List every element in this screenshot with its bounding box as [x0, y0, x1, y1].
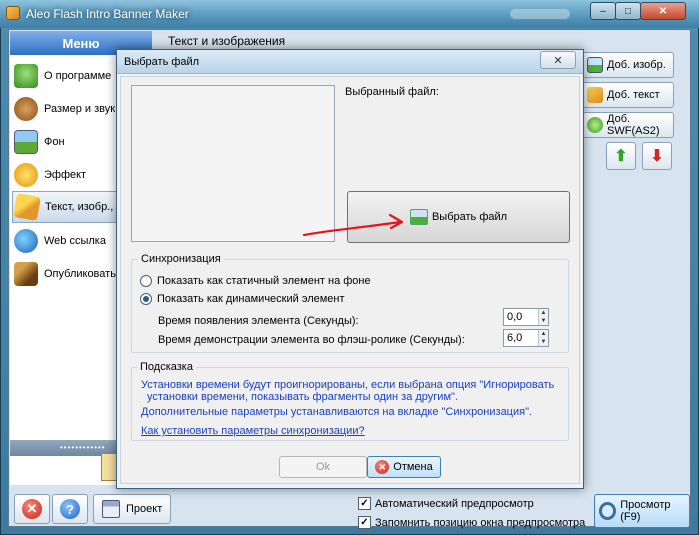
home-icon [14, 64, 38, 88]
show-time-value[interactable]: 6,0 [504, 332, 538, 344]
brush-icon [14, 262, 38, 286]
hint-text-line: Установки времени будут проигнорированы,… [141, 379, 555, 391]
add-swf-button[interactable]: Доб. SWF(AS2) [582, 112, 674, 138]
radio-off-icon [140, 275, 152, 287]
appear-time-label: Время появления элемента (Секунды): [158, 315, 359, 327]
minimize-button[interactable]: ‒ [590, 2, 616, 20]
help-icon: ? [60, 499, 80, 519]
hint-legend: Подсказка [137, 361, 196, 373]
arrow-down-icon: ⬇ [650, 148, 664, 165]
maximize-button[interactable]: □ [615, 2, 641, 20]
project-label: Проект [126, 503, 163, 515]
sync-help-link[interactable]: Как установить параметры синхронизации? [141, 425, 365, 437]
stop-button[interactable]: ✕ [14, 494, 50, 524]
radio-static-element[interactable]: Показать как статичный элемент на фоне [140, 275, 371, 287]
radio-dynamic-label: Показать как динамический элемент [157, 293, 345, 305]
window-title: Aleo Flash Intro Banner Maker [26, 7, 189, 21]
add-swf-label: Доб. SWF(AS2) [607, 113, 660, 137]
preview-label: Просмотр (F9) [620, 499, 671, 523]
selected-file-label: Выбранный файл: [345, 86, 439, 98]
spinner-arrows-icon[interactable]: ▲ ▼ [538, 309, 548, 325]
splitter-grip-icon: •••••••••••• [60, 443, 106, 452]
pencil-icon [13, 193, 41, 221]
auto-preview-label: Автоматический предпросмотр [375, 497, 534, 510]
sidebar-item-label: Фон [44, 136, 65, 148]
floppy-disk-icon [102, 500, 120, 518]
spinner-arrows-icon[interactable]: ▲ ▼ [538, 330, 548, 346]
move-up-button[interactable]: ⬆ [606, 142, 636, 170]
sidebar-item-label: Web ссылка [44, 235, 106, 247]
effect-icon [14, 163, 38, 187]
checkbox-check-icon: ✓ [358, 516, 371, 529]
choose-file-label: Выбрать файл [431, 211, 508, 223]
appear-time-spinner[interactable]: 0,0 ▲ ▼ [503, 308, 549, 326]
move-down-button[interactable]: ⬇ [642, 142, 672, 170]
show-time-spinner[interactable]: 6,0 ▲ ▼ [503, 329, 549, 347]
checkbox-check-icon: ✓ [358, 497, 371, 510]
add-text-icon [587, 87, 603, 103]
help-button[interactable]: ? [52, 494, 88, 524]
add-text-label: Доб. текст [607, 89, 660, 101]
app-icon [6, 6, 20, 20]
add-image-button[interactable]: Доб. изобр. [582, 52, 674, 78]
ok-button[interactable]: Ok [279, 456, 367, 478]
radio-static-label: Показать как статичный элемент на фоне [157, 275, 371, 287]
sync-legend: Синхронизация [138, 253, 224, 265]
add-file-icon [409, 209, 428, 225]
hint-text-line: установки времени, показывать фрагменты … [147, 391, 458, 403]
remember-position-checkbox[interactable]: ✓ Запомнить позицию окна предпросмотра [358, 516, 585, 529]
cancel-icon: ✕ [375, 460, 390, 474]
project-button[interactable]: Проект [93, 494, 171, 524]
content-title: Текст и изображения [168, 34, 286, 48]
picture-icon [14, 130, 38, 154]
remember-position-label: Запомнить позицию окна предпросмотра [375, 516, 586, 529]
cookie-icon [14, 97, 38, 121]
title-bar-highlight [510, 9, 570, 19]
globe-icon [14, 229, 38, 253]
close-button[interactable]: ✕ [640, 2, 686, 20]
annotation-arrow-icon [302, 213, 404, 237]
cancel-button[interactable]: ✕ Отмена [367, 456, 441, 478]
sidebar-item-label: Размер и звук [44, 103, 116, 115]
add-image-label: Доб. изобр. [607, 59, 666, 71]
radio-on-icon [140, 293, 152, 305]
add-image-icon [587, 57, 603, 73]
magnifier-icon [599, 502, 617, 520]
dialog-title: Выбрать файл [124, 56, 200, 68]
auto-preview-checkbox[interactable]: ✓ Автоматический предпросмотр [358, 497, 534, 510]
radio-dynamic-element[interactable]: Показать как динамический элемент [140, 293, 345, 305]
show-time-label: Время демонстрации элемента во флэш-роли… [158, 334, 465, 346]
cancel-label: Отмена [393, 461, 433, 473]
stop-icon: ✕ [22, 499, 42, 519]
arrow-up-icon: ⬆ [614, 148, 628, 165]
add-text-button[interactable]: Доб. текст [582, 82, 674, 108]
preview-button[interactable]: Просмотр (F9) [594, 494, 690, 528]
hint-text-line: Дополнительные параметры устанавливаются… [141, 406, 533, 418]
add-swf-icon [587, 117, 603, 133]
sidebar-item-label: Эффект [44, 169, 87, 181]
sidebar-item-label: О программе [44, 70, 112, 82]
dialog-close-button[interactable]: ✕ [540, 51, 576, 69]
appear-time-value[interactable]: 0,0 [504, 311, 538, 323]
